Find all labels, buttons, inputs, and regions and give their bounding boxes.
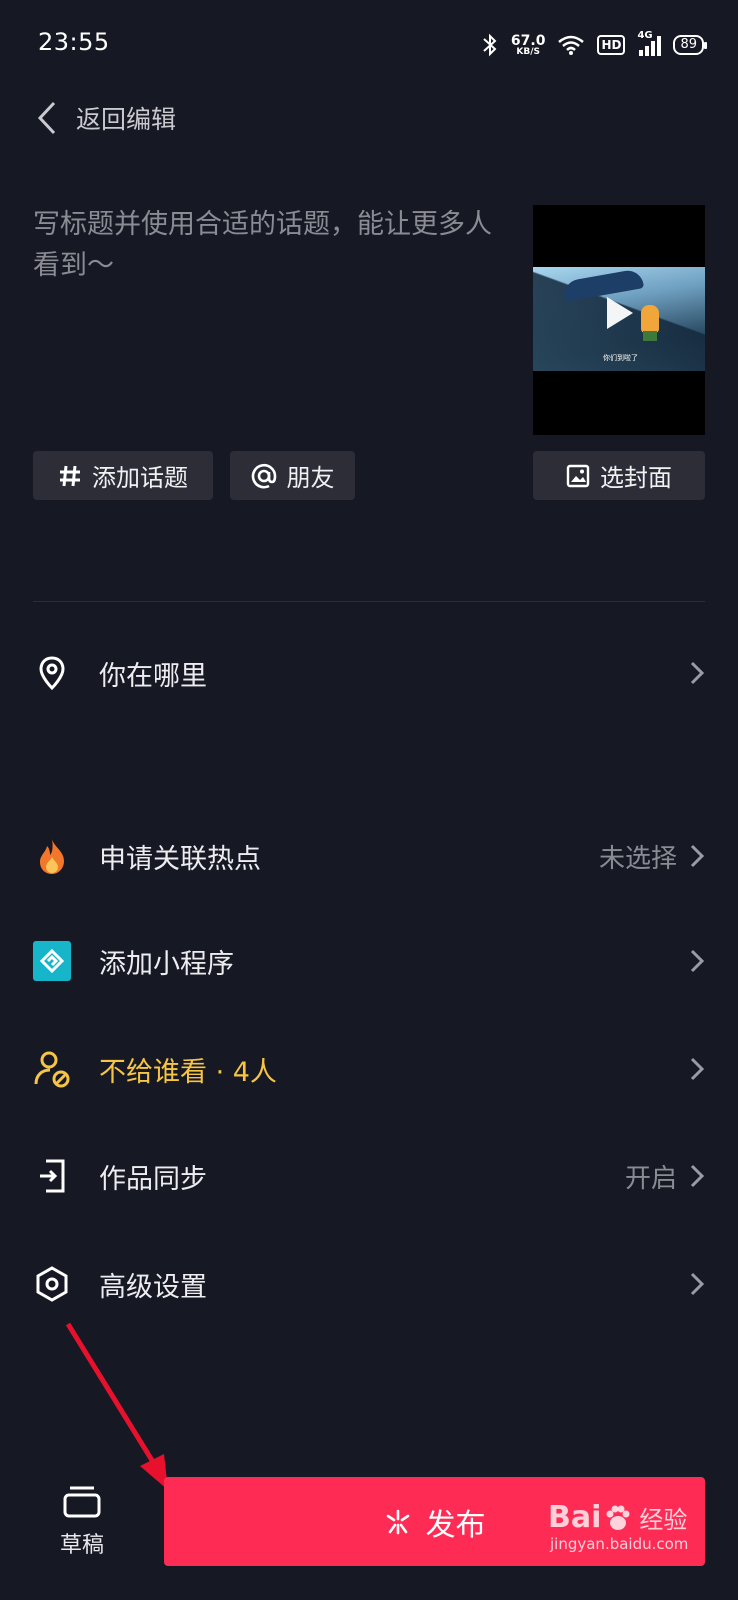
at-icon <box>251 463 276 488</box>
mini-program-label: 添加小程序 <box>99 948 234 980</box>
divider <box>33 601 705 602</box>
advanced-settings-row[interactable]: 高级设置 <box>33 1254 705 1314</box>
chevron-right-icon <box>690 1057 705 1081</box>
status-icons: 67.0 KB/S HD 4G 89 <box>481 30 707 60</box>
flame-icon <box>33 837 71 875</box>
sync-row[interactable]: 作品同步 开启 <box>33 1146 705 1206</box>
chevron-right-icon <box>690 1272 705 1296</box>
back-label: 返回编辑 <box>76 105 177 134</box>
add-topic-button[interactable]: 添加话题 <box>33 451 213 500</box>
chevron-left-icon <box>37 101 56 135</box>
drafts-label: 草稿 <box>59 1533 104 1558</box>
hotspot-row[interactable]: 申请关联热点 未选择 <box>33 826 705 886</box>
caption-input[interactable]: 写标题并使用合适的话题，能让更多人看到～ <box>33 204 503 286</box>
select-cover-button[interactable]: 选封面 <box>533 451 705 500</box>
bluetooth-icon <box>483 33 497 57</box>
location-row[interactable]: 你在哪里 <box>33 643 705 703</box>
sync-icon <box>33 1157 71 1195</box>
chevron-right-icon <box>690 949 705 973</box>
battery-indicator: 89 <box>673 35 707 55</box>
image-icon <box>566 464 590 487</box>
baidu-jingyan-watermark: Bai 经验 jingyan.baidu.com <box>548 1500 689 1553</box>
sparkle-icon <box>386 1509 409 1534</box>
hashtag-icon <box>60 465 80 486</box>
chevron-right-icon <box>690 844 705 868</box>
chevron-right-icon <box>690 1164 705 1188</box>
hotspot-value: 未选择 <box>598 843 677 874</box>
annotation-arrow <box>65 1322 168 1490</box>
mention-friend-button[interactable]: 朋友 <box>230 451 355 500</box>
location-pin-icon <box>33 654 71 692</box>
hotspot-label: 申请关联热点 <box>99 843 261 875</box>
location-label: 你在哪里 <box>99 660 207 692</box>
mini-program-row[interactable]: 添加小程序 <box>33 931 705 991</box>
paw-icon <box>606 1505 630 1530</box>
drafts-icon <box>63 1486 101 1518</box>
user-block-icon <box>33 1050 71 1088</box>
hide-from-row[interactable]: 不给谁看 · 4人 <box>33 1039 705 1099</box>
wifi-icon <box>558 35 585 55</box>
settings-hexagon-icon <box>33 1265 71 1303</box>
play-icon <box>607 297 633 329</box>
back-button[interactable]: 返回编辑 <box>36 100 176 136</box>
publish-label: 发布 <box>425 1507 486 1543</box>
status-time: 23:55 <box>38 28 110 56</box>
network-speed: 67.0 KB/S <box>510 32 546 57</box>
mini-program-icon <box>33 941 71 981</box>
advanced-settings-label: 高级设置 <box>99 1271 207 1303</box>
chevron-right-icon <box>690 661 705 685</box>
hide-from-label: 不给谁看 · 4人 <box>99 1056 277 1088</box>
video-thumbnail[interactable]: 你们到啦了 <box>533 205 705 435</box>
video-subtitle: 你们到啦了 <box>603 354 638 362</box>
signal-icon: 4G <box>637 30 662 56</box>
sync-value: 开启 <box>624 1163 677 1194</box>
drafts-button[interactable]: 草稿 <box>52 1485 112 1559</box>
sync-label: 作品同步 <box>99 1163 207 1195</box>
hd-badge: HD <box>597 35 626 55</box>
